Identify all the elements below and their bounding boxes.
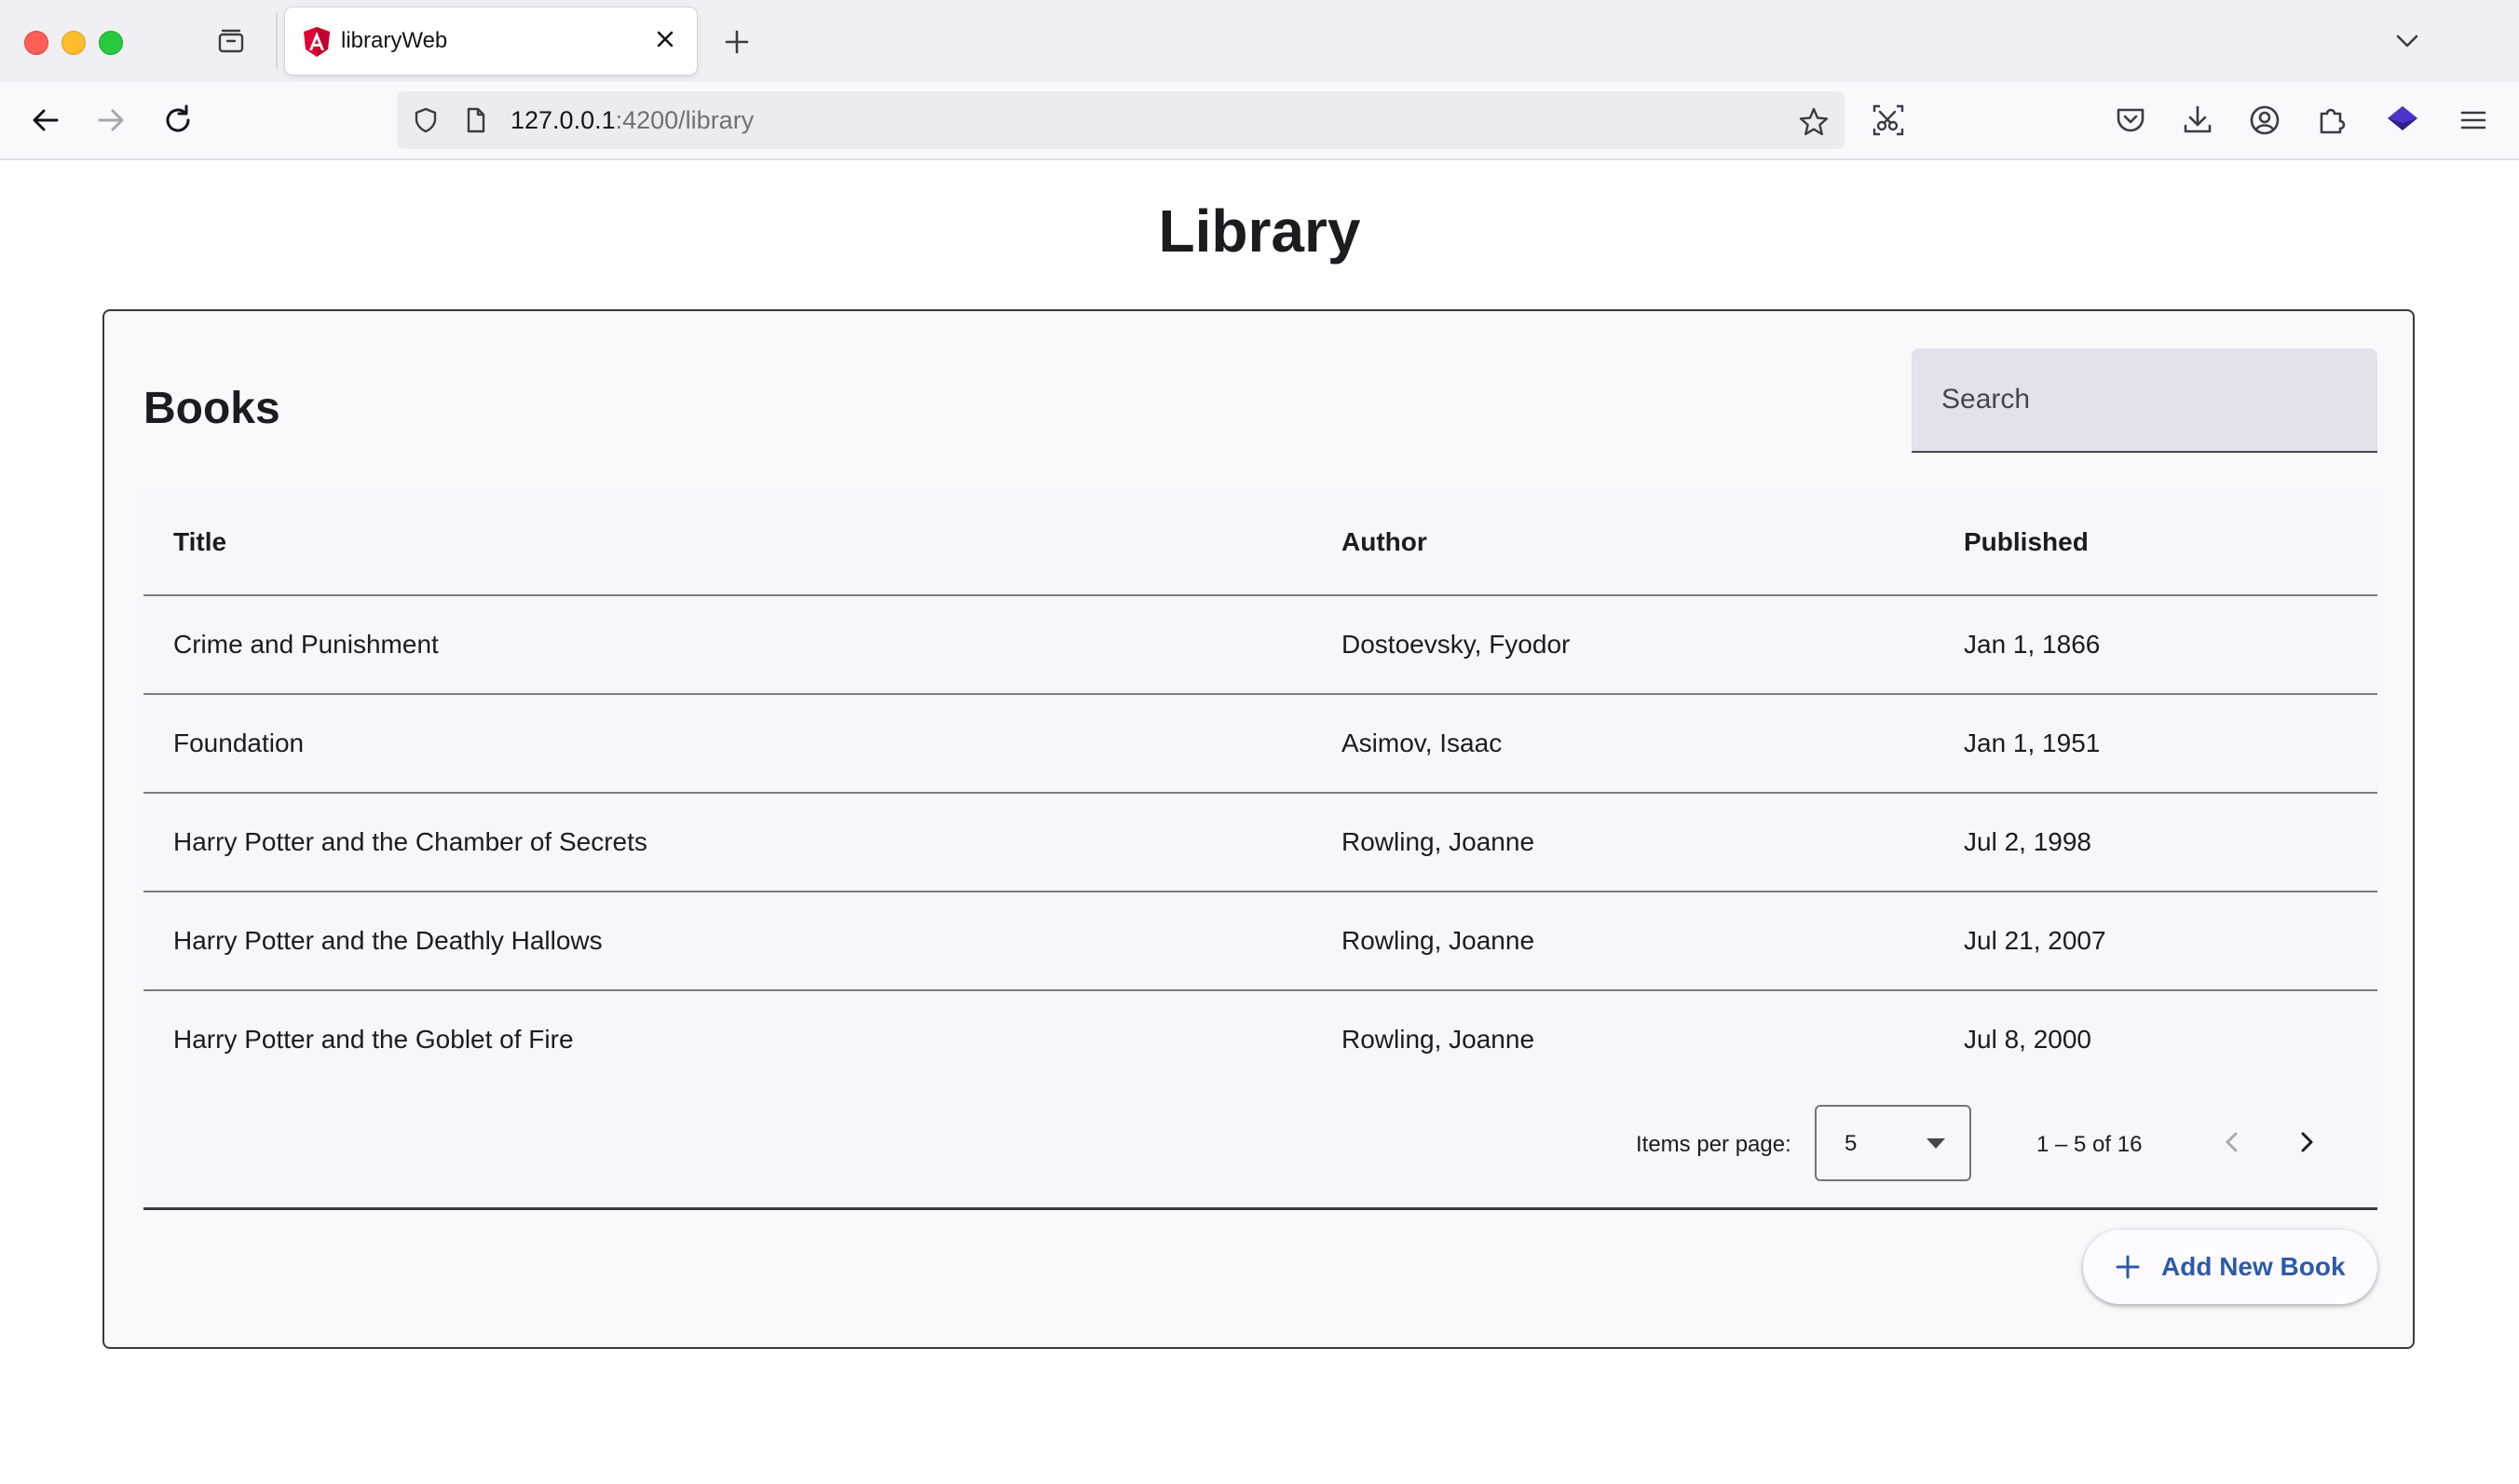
cell-published: Jul 8, 2000 <box>1964 1025 2091 1054</box>
cell-published: Jan 1, 1951 <box>1964 728 2101 757</box>
url-host: 127.0.0.1 <box>511 106 616 134</box>
add-new-book-button[interactable]: Add New Book <box>2083 1230 2377 1304</box>
pocket-icon[interactable] <box>2113 102 2148 138</box>
column-header-author[interactable]: Author <box>1341 490 1427 594</box>
books-heading: Books <box>143 384 280 433</box>
table-row[interactable]: Harry Potter and the Deathly Hallows Row… <box>143 892 2377 991</box>
search-input[interactable] <box>1912 348 2377 453</box>
window-zoom-button[interactable] <box>99 31 123 55</box>
cell-author: Rowling, Joanne <box>1341 827 1535 856</box>
window-minimize-button[interactable] <box>61 31 86 55</box>
table-row[interactable]: Harry Potter and the Chamber of Secrets … <box>143 794 2377 892</box>
cell-published: Jul 2, 1998 <box>1964 827 2091 856</box>
cell-author: Rowling, Joanne <box>1341 1025 1535 1054</box>
browser-navigation-bar: 127.0.0.1:4200/library <box>0 82 2519 160</box>
page-title: Library <box>1158 197 1361 265</box>
extensions-puzzle-icon[interactable] <box>2314 102 2349 138</box>
tab-overview-icon[interactable] <box>216 26 246 56</box>
browser-tab-active[interactable]: libraryWeb <box>285 7 697 75</box>
angular-favicon-icon <box>302 26 332 58</box>
page-info-icon[interactable] <box>462 106 490 134</box>
table-header-row: Title Author Published <box>143 490 2377 596</box>
cell-published: Jul 21, 2007 <box>1964 926 2106 955</box>
new-tab-plus-icon[interactable] <box>721 26 753 58</box>
cell-author: Dostoevsky, Fyodor <box>1341 630 1571 659</box>
cell-author: Asimov, Isaac <box>1341 728 1503 757</box>
paginator: Items per page: 5 1 – 5 of 16 <box>143 1084 2377 1210</box>
cell-title: Harry Potter and the Chamber of Secrets <box>173 827 647 856</box>
next-page-chevron-icon[interactable] <box>2288 1123 2325 1161</box>
cell-author: Rowling, Joanne <box>1341 926 1535 955</box>
table-row[interactable]: Crime and Punishment Dostoevsky, Fyodor … <box>143 596 2377 695</box>
bookmark-star-icon[interactable] <box>1798 106 1830 138</box>
page-size-value: 5 <box>1845 1131 1858 1156</box>
screenshot-scissors-icon[interactable] <box>1871 102 1906 138</box>
url-path: :4200/library <box>615 106 755 134</box>
url-text[interactable]: 127.0.0.1:4200/library <box>511 103 754 137</box>
previous-page-chevron-icon[interactable] <box>2213 1123 2251 1161</box>
tracking-protection-shield-icon[interactable] <box>412 106 440 134</box>
cell-published: Jan 1, 1866 <box>1964 630 2101 659</box>
window-close-button[interactable] <box>24 31 48 55</box>
column-header-published[interactable]: Published <box>1964 490 2089 594</box>
page-range-label: 1 – 5 of 16 <box>2036 1132 2143 1157</box>
plus-icon <box>2115 1254 2141 1280</box>
address-bar[interactable]: 127.0.0.1:4200/library <box>397 91 1845 149</box>
add-new-book-label: Add New Book <box>2161 1252 2346 1281</box>
forward-arrow-icon[interactable] <box>93 102 129 138</box>
browser-tab-bar: libraryWeb <box>0 0 2519 82</box>
extension-layers-icon[interactable] <box>2385 102 2420 138</box>
back-arrow-icon[interactable] <box>28 102 63 138</box>
reload-icon[interactable] <box>160 102 196 138</box>
items-per-page-select[interactable]: 5 <box>1815 1105 1971 1181</box>
cell-title: Foundation <box>173 728 305 757</box>
cell-title: Harry Potter and the Deathly Hallows <box>173 926 603 955</box>
column-header-title[interactable]: Title <box>173 490 226 594</box>
tab-title: libraryWeb <box>341 28 448 53</box>
table-row[interactable]: Harry Potter and the Goblet of Fire Rowl… <box>143 991 2377 1088</box>
table-row[interactable]: Foundation Asimov, Isaac Jan 1, 1951 <box>143 695 2377 794</box>
tab-separator <box>276 13 278 69</box>
list-all-tabs-chevron-icon[interactable] <box>2392 26 2422 56</box>
cell-title: Crime and Punishment <box>173 630 439 659</box>
dropdown-arrow-icon <box>1927 1138 1945 1149</box>
items-per-page-label: Items per page: <box>1636 1132 1791 1157</box>
books-card: Books Title Author Published Crime and P… <box>102 309 2415 1349</box>
downloads-icon[interactable] <box>2180 102 2215 138</box>
cell-title: Harry Potter and the Goblet of Fire <box>173 1025 574 1054</box>
tab-close-icon[interactable] <box>650 24 680 54</box>
books-table: Title Author Published Crime and Punishm… <box>143 490 2377 1088</box>
account-icon[interactable] <box>2247 102 2282 138</box>
menu-hamburger-icon[interactable] <box>2456 102 2491 138</box>
